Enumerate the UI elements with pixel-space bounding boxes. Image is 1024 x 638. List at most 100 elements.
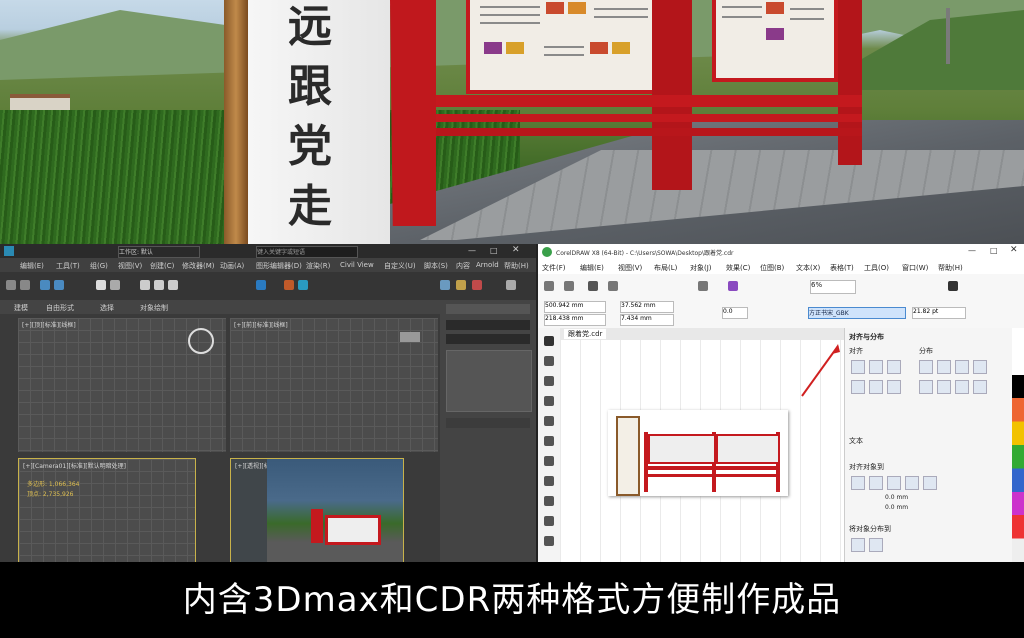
viewport-camera[interactable]: [+][Camera01][标准][默认明暗处理] 多边形: 1,066,364… xyxy=(18,458,196,562)
tab-object-paint[interactable]: 对象绘制 xyxy=(140,303,168,313)
active-object-icon[interactable] xyxy=(851,476,865,490)
render-setup-icon[interactable] xyxy=(440,280,450,290)
modifier-list-select[interactable] xyxy=(446,334,530,344)
fill-tool-icon[interactable] xyxy=(544,536,554,546)
align-center-icon[interactable] xyxy=(869,360,883,374)
ellipse-tool-icon[interactable] xyxy=(544,456,554,466)
width-field[interactable]: 37.562 mm xyxy=(620,301,674,313)
y-offset-value[interactable]: 0.0 mm xyxy=(885,504,908,511)
zoom-level-select[interactable]: 6% xyxy=(810,280,856,294)
teapot-icon[interactable] xyxy=(506,280,516,290)
text-tool-icon[interactable] xyxy=(544,496,554,506)
new-document-icon[interactable] xyxy=(544,281,554,291)
y-position-field[interactable]: 218.438 mm xyxy=(544,314,606,326)
cdr-menu-text[interactable]: 文本(X) xyxy=(796,263,820,273)
zoom-tool-icon[interactable] xyxy=(544,396,554,406)
command-panel-tabs[interactable] xyxy=(446,304,530,314)
height-field[interactable]: 7.434 mm xyxy=(620,314,674,326)
max-menu-help[interactable]: 帮助(H) xyxy=(504,261,529,271)
align-top-icon[interactable] xyxy=(851,380,865,394)
move-icon[interactable] xyxy=(140,280,150,290)
max-menu-modifiers[interactable]: 修改器(M) xyxy=(182,261,215,271)
viewcube-icon[interactable] xyxy=(400,332,420,342)
cdr-menu-bitmaps[interactable]: 位图(B) xyxy=(760,263,784,273)
import-icon[interactable] xyxy=(728,281,738,291)
minimize-icon[interactable]: — xyxy=(968,246,976,255)
mirror-icon[interactable] xyxy=(284,280,294,290)
max-menu-rendering[interactable]: 渲染(R) xyxy=(306,261,330,271)
options-icon[interactable] xyxy=(948,281,958,291)
pick-tool-icon[interactable] xyxy=(544,336,554,346)
align-middle-icon[interactable] xyxy=(869,380,883,394)
render-icon[interactable] xyxy=(456,280,466,290)
point-icon[interactable] xyxy=(923,476,937,490)
cdr-menu-effects[interactable]: 效果(C) xyxy=(726,263,750,273)
cdr-menu-edit[interactable]: 编辑(E) xyxy=(580,263,604,273)
align-bottom-icon[interactable] xyxy=(887,380,901,394)
save-icon[interactable] xyxy=(588,281,598,291)
max-menu-customize[interactable]: 自定义(U) xyxy=(384,261,416,271)
tab-modeling[interactable]: 建模 xyxy=(14,303,28,313)
max-menu-animation[interactable]: 动画(A) xyxy=(220,261,244,271)
font-size-field[interactable]: 21.82 pt xyxy=(912,307,966,319)
modifier-stack[interactable] xyxy=(446,350,532,412)
cdr-menu-layout[interactable]: 布局(L) xyxy=(654,263,677,273)
tab-freeform[interactable]: 自由形式 xyxy=(46,303,74,313)
maximize-icon[interactable]: □ xyxy=(990,246,998,255)
close-icon[interactable]: ✕ xyxy=(1010,245,1018,255)
max-menu-arnold[interactable]: Arnold xyxy=(476,261,499,269)
redo-icon[interactable] xyxy=(20,280,30,290)
open-icon[interactable] xyxy=(564,281,574,291)
distribute-top-icon[interactable] xyxy=(919,380,933,394)
cdr-menu-window[interactable]: 窗口(W) xyxy=(902,263,928,273)
grid-icon[interactable] xyxy=(905,476,919,490)
page-extent-icon[interactable] xyxy=(869,538,883,552)
distribute-right-icon[interactable] xyxy=(955,360,969,374)
max-menu-group[interactable]: 组(G) xyxy=(90,261,108,271)
render-frame-icon[interactable] xyxy=(472,280,482,290)
page-edge-icon[interactable] xyxy=(869,476,883,490)
polygon-tool-icon[interactable] xyxy=(544,476,554,486)
print-icon[interactable] xyxy=(608,281,618,291)
line-tool-icon[interactable] xyxy=(544,516,554,526)
max-menu-edit[interactable]: 编辑(E) xyxy=(20,261,44,271)
unlink-icon[interactable] xyxy=(54,280,64,290)
x-offset-value[interactable]: 0.0 mm xyxy=(885,494,908,501)
shape-tool-icon[interactable] xyxy=(544,356,554,366)
cdr-menu-view[interactable]: 视图(V) xyxy=(618,263,642,273)
align-right-icon[interactable] xyxy=(887,360,901,374)
distribute-center-icon[interactable] xyxy=(937,360,951,374)
close-icon[interactable]: ✕ xyxy=(512,245,520,255)
page-artboard[interactable] xyxy=(608,410,788,496)
distribute-left-icon[interactable] xyxy=(919,360,933,374)
crop-tool-icon[interactable] xyxy=(544,376,554,386)
color-palette[interactable] xyxy=(1012,328,1024,562)
tab-selection[interactable]: 选择 xyxy=(100,303,114,313)
rotate-icon[interactable] xyxy=(154,280,164,290)
max-menu-content[interactable]: 内容 xyxy=(456,261,470,271)
cdr-menu-table[interactable]: 表格(T) xyxy=(830,263,854,273)
select-icon[interactable] xyxy=(96,280,106,290)
scale-icon[interactable] xyxy=(168,280,178,290)
distribute-middle-icon[interactable] xyxy=(937,380,951,394)
distribute-vspacing-icon[interactable] xyxy=(973,380,987,394)
link-icon[interactable] xyxy=(40,280,50,290)
stack-buttons[interactable] xyxy=(446,418,530,428)
viewport-top[interactable]: [+][顶][标准][线框] xyxy=(18,318,226,452)
viewport-perspective[interactable]: [+][透视][标准][默认明暗处理] xyxy=(230,458,404,562)
maximize-icon[interactable]: □ xyxy=(490,246,498,255)
object-name-field[interactable] xyxy=(446,320,530,330)
distribute-spacing-icon[interactable] xyxy=(973,360,987,374)
font-family-select[interactable]: 方正书宋_GBK xyxy=(808,307,906,319)
cdr-menu-object[interactable]: 对象(J) xyxy=(690,263,712,273)
align-icon[interactable] xyxy=(298,280,308,290)
undo-icon[interactable] xyxy=(6,280,16,290)
rectangle-tool-icon[interactable] xyxy=(544,436,554,446)
workspace-select[interactable]: 工作区: 默认 xyxy=(118,246,200,258)
distribute-bottom-icon[interactable] xyxy=(955,380,969,394)
undo-icon[interactable] xyxy=(698,281,708,291)
cdr-menu-help[interactable]: 帮助(H) xyxy=(938,263,963,273)
align-left-icon[interactable] xyxy=(851,360,865,374)
rotation-field[interactable]: 0.0 xyxy=(722,307,748,319)
freehand-tool-icon[interactable] xyxy=(544,416,554,426)
